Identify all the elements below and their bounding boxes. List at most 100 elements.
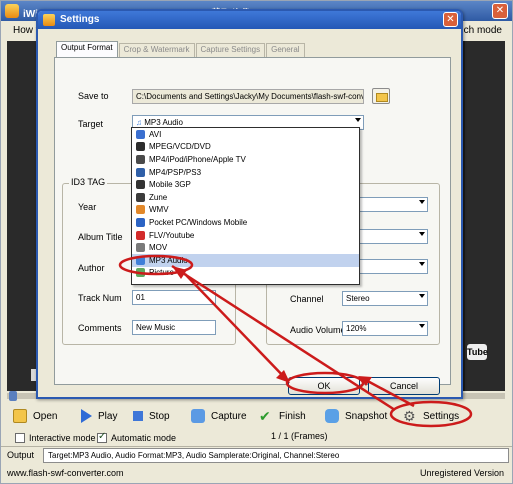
play-button[interactable]: Play — [81, 406, 117, 426]
play-icon — [81, 409, 92, 423]
stop-label: Stop — [149, 410, 170, 422]
target-option-label: Pocket PC/Windows Mobile — [149, 217, 248, 227]
app-close-icon[interactable]: ✕ — [492, 3, 508, 19]
checkmark-icon: ✔ — [259, 408, 271, 424]
stop-button[interactable]: Stop — [131, 406, 170, 426]
target-option-label: MP4/iPod/iPhone/Apple TV — [149, 154, 246, 164]
target-dropdown-list[interactable]: AVI MPEG/VCD/DVD MP4/iPod/iPhone/Apple TV M… — [131, 127, 360, 285]
audio-volume-label: Audio Volume — [290, 325, 346, 335]
target-option-label: AVI — [149, 129, 162, 139]
format-icon — [136, 268, 145, 278]
chevron-down-icon — [419, 262, 425, 266]
settings-app-icon — [43, 14, 55, 26]
chevron-down-icon — [419, 200, 425, 204]
target-option-label: Zune — [149, 192, 168, 202]
open-button[interactable]: Open — [13, 406, 57, 426]
format-icon — [136, 180, 145, 190]
album-title-label: Album Title — [78, 232, 123, 242]
tab-output-format[interactable]: Output Format — [56, 41, 118, 57]
settings-title: Settings — [60, 14, 100, 25]
interactive-mode-label: Interactive mode — [29, 433, 96, 443]
chevron-down-icon — [355, 118, 361, 122]
target-option-label: MP4/PSP/PS3 — [149, 167, 202, 177]
target-option[interactable]: MP4/iPod/iPhone/Apple TV — [132, 153, 359, 166]
target-label: Target — [78, 119, 104, 129]
settings-button[interactable]: ⚙ Settings — [403, 406, 459, 426]
track-num-label: Track Num — [78, 293, 122, 303]
output-label: Output — [7, 450, 35, 460]
target-option[interactable]: Picture — [132, 267, 359, 280]
channel-value: Stereo — [346, 294, 370, 303]
browse-folder-icon[interactable] — [372, 88, 390, 104]
channel-select[interactable]: Stereo — [342, 291, 428, 306]
target-option[interactable]: AVI — [132, 128, 359, 141]
target-option[interactable]: Zune — [132, 191, 359, 204]
track-num-input[interactable]: 01 — [132, 290, 216, 305]
audio-volume-value: 120% — [346, 324, 367, 333]
website-link[interactable]: www.flash-swf-converter.com — [7, 468, 124, 478]
output-summary: Target:MP3 Audio, Audio Format:MP3, Audi… — [43, 448, 509, 463]
target-option-label: FLV/Youtube — [149, 230, 195, 240]
finish-label: Finish — [279, 410, 306, 422]
settings-tabs: Output Format Crop & Watermark Capture S… — [56, 41, 306, 57]
channel-label: Channel — [290, 294, 324, 304]
settings-close-icon[interactable]: ✕ — [443, 12, 458, 27]
stop-icon — [133, 411, 143, 421]
target-option[interactable]: Pocket PC/Windows Mobile — [132, 216, 359, 229]
folder-icon — [13, 409, 27, 423]
status-bar: www.flash-swf-converter.com Unregistered… — [1, 464, 512, 483]
automatic-mode-option[interactable]: Automatic mode — [97, 431, 176, 445]
target-option[interactable]: Mobile 3GP — [132, 178, 359, 191]
output-row: Output Target:MP3 Audio, Audio Format:MP… — [1, 446, 512, 464]
tab-general[interactable]: General — [266, 43, 305, 57]
gear-icon: ⚙ — [403, 408, 416, 424]
automatic-mode-label: Automatic mode — [111, 433, 177, 443]
save-to-field[interactable]: C:\Documents and Settings\Jacky\My Docum… — [132, 89, 364, 104]
format-icon — [136, 217, 145, 227]
target-option-label: MOV — [149, 243, 168, 253]
how-to-link[interactable]: How t — [13, 25, 39, 36]
save-to-label: Save to — [78, 91, 109, 101]
year-label: Year — [78, 202, 97, 212]
format-icon — [136, 129, 145, 139]
snapshot-button[interactable]: Snapshot — [325, 406, 387, 426]
chevron-down-icon — [419, 294, 425, 298]
audio-volume-select[interactable]: 120% — [342, 321, 428, 336]
format-icon — [136, 167, 145, 177]
comments-label: Comments — [78, 323, 122, 333]
target-option-label: Mobile 3GP — [149, 180, 191, 190]
cancel-button[interactable]: Cancel — [368, 377, 440, 395]
format-icon — [136, 243, 145, 253]
format-icon — [136, 154, 145, 164]
author-label: Author — [78, 263, 105, 273]
interactive-mode-checkbox[interactable] — [15, 433, 25, 443]
capture-icon — [191, 409, 205, 423]
target-option[interactable]: MP3 Audio — [132, 253, 359, 267]
target-option[interactable]: FLV/Youtube — [132, 229, 359, 242]
seek-handle[interactable] — [9, 391, 17, 401]
settings-title-bar: Settings ✕ — [38, 11, 461, 29]
id3-tag-title: ID3 TAG — [69, 177, 108, 187]
tab-crop-watermark[interactable]: Crop & Watermark — [118, 43, 195, 57]
capture-label: Capture — [211, 410, 247, 422]
target-option[interactable]: MPEG/VCD/DVD — [132, 141, 359, 154]
ok-button[interactable]: OK — [288, 377, 360, 395]
camera-icon — [325, 409, 339, 423]
open-label: Open — [33, 410, 58, 422]
snapshot-label: Snapshot — [345, 410, 388, 422]
comments-input[interactable]: New Music — [132, 320, 216, 335]
format-icon — [136, 142, 145, 152]
capture-button[interactable]: Capture — [191, 406, 247, 426]
finish-button[interactable]: ✔ Finish — [259, 406, 306, 426]
interactive-mode-option[interactable]: Interactive mode — [15, 431, 96, 445]
batch-mode-link[interactable]: ch mode — [464, 25, 502, 36]
automatic-mode-checkbox[interactable] — [97, 431, 107, 443]
target-option[interactable]: WMV — [132, 204, 359, 217]
format-icon — [136, 255, 145, 265]
tab-capture-settings[interactable]: Capture Settings — [195, 43, 266, 57]
target-option[interactable]: MP4/PSP/PS3 — [132, 166, 359, 179]
target-option-label: MPEG/VCD/DVD — [149, 142, 211, 152]
target-option[interactable]: MOV — [132, 241, 359, 254]
target-select-value: MP3 Audio — [144, 118, 183, 127]
main-toolbar: Open Play Stop Capture ✔ Finish Snapshot… — [7, 406, 505, 426]
